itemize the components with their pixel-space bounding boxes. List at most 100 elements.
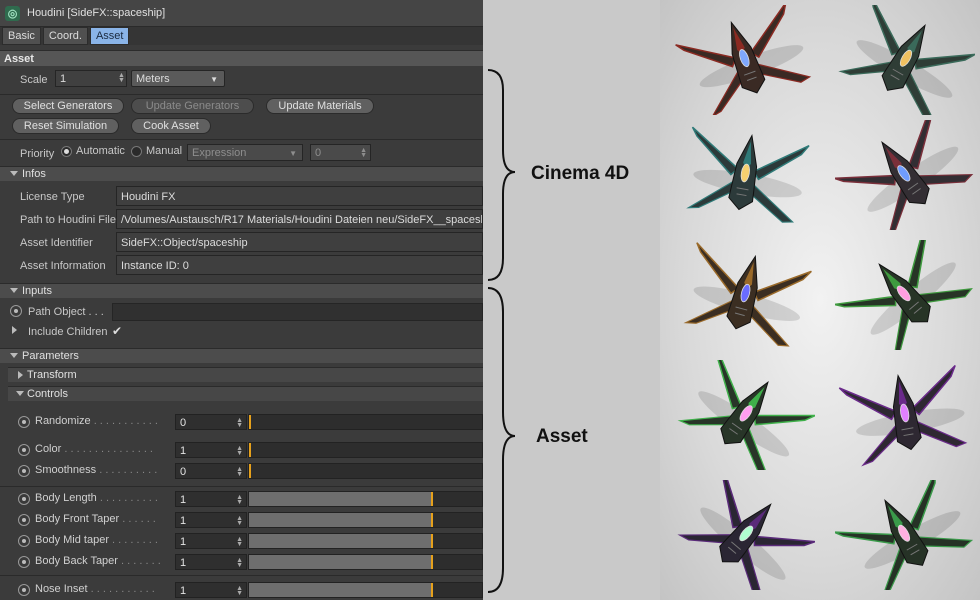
spaceship-render-6 xyxy=(835,240,973,350)
slider-knob[interactable] xyxy=(249,464,251,478)
parameter-value-input[interactable]: 1 ▲ ▼ xyxy=(175,512,247,528)
keyframe-icon[interactable] xyxy=(18,416,30,428)
expand-triangle-icon xyxy=(18,371,23,379)
priority-automatic-label: Automatic xyxy=(76,145,125,157)
tab-basic[interactable]: Basic xyxy=(2,27,41,45)
inputs-group-header[interactable]: Inputs xyxy=(0,283,483,298)
spinner-icon: ▲ ▼ xyxy=(236,494,243,506)
spinner-icon: ▲ ▼ xyxy=(236,466,243,478)
keyframe-icon[interactable] xyxy=(18,556,30,568)
scale-label: Scale xyxy=(20,74,48,86)
parameter-label: Body Front Taper . . . . . . xyxy=(35,513,156,525)
infos-table: License Type Houdini FX Path to Houdini … xyxy=(0,183,483,279)
infos-group-header[interactable]: Infos xyxy=(0,166,483,181)
priority-mode-select[interactable]: Expression ▼ xyxy=(187,144,303,161)
parameter-label: Nose Inset . . . . . . . . . . . xyxy=(35,583,155,595)
priority-label: Priority xyxy=(20,148,55,160)
parameter-value-input[interactable]: 1 ▲ ▼ xyxy=(175,582,247,598)
parameter-slider[interactable] xyxy=(248,442,483,458)
parameter-slider[interactable] xyxy=(248,463,483,479)
window-titlebar: ◎ Houdini [SideFX::spaceship] xyxy=(0,0,483,27)
path-object-link-field[interactable] xyxy=(112,303,483,321)
spaceship-render-3 xyxy=(686,126,810,223)
expand-triangle-icon[interactable] xyxy=(12,326,17,334)
parameter-row: Color . . . . . . . . . . . . . . . 1 ▲ ▼ xyxy=(10,440,483,461)
parameter-row: Smoothness . . . . . . . . . . 0 ▲ ▼ xyxy=(10,461,483,482)
slider-knob[interactable] xyxy=(430,492,433,506)
scale-row: Scale 1 ▲ ▼ Meters ▼ xyxy=(0,68,483,94)
parameter-value-input[interactable]: 0 ▲ ▼ xyxy=(175,463,247,479)
parameter-label: Body Mid taper . . . . . . . . xyxy=(35,534,158,546)
cinema-4d-annotation: Cinema 4D xyxy=(531,163,630,184)
slider-knob[interactable] xyxy=(430,513,433,527)
update-generators-button[interactable]: Update Generators xyxy=(131,98,254,114)
priority-manual-label: Manual xyxy=(146,145,183,157)
asset-information-value: Instance ID: 0 xyxy=(116,255,483,275)
parameter-value-input[interactable]: 1 ▲ ▼ xyxy=(175,554,247,570)
spinner-icon: ▲ ▼ xyxy=(360,147,367,159)
parameter-slider[interactable] xyxy=(248,491,483,507)
select-generators-button[interactable]: Select Generators xyxy=(12,98,124,114)
scale-input[interactable]: 1 xyxy=(55,70,127,87)
slider-knob[interactable] xyxy=(249,443,251,457)
priority-manual-radio[interactable] xyxy=(131,146,142,157)
parameter-value-input[interactable]: 0 ▲ ▼ xyxy=(175,414,247,430)
slider-knob[interactable] xyxy=(430,555,433,569)
transform-group-header[interactable]: Transform xyxy=(8,367,483,382)
parameter-slider[interactable] xyxy=(248,582,483,598)
parameter-value-input[interactable]: 1 ▲ ▼ xyxy=(175,442,247,458)
spinner-icon: ▲ ▼ xyxy=(236,417,243,429)
path-object-keyframe-icon[interactable] xyxy=(10,305,22,317)
slider-knob[interactable] xyxy=(249,415,251,429)
update-materials-button[interactable]: Update Materials xyxy=(266,98,374,114)
attribute-manager-panel: ◎ Houdini [SideFX::spaceship] Basic Coor… xyxy=(0,0,483,600)
priority-mode-value: Expression xyxy=(192,147,247,159)
keyframe-icon[interactable] xyxy=(18,535,30,547)
spaceship-render-7 xyxy=(677,360,815,470)
parameter-label: Smoothness . . . . . . . . . . xyxy=(35,464,158,476)
parameter-slider[interactable] xyxy=(248,533,483,549)
keyframe-icon[interactable] xyxy=(18,444,30,456)
keyframe-icon[interactable] xyxy=(18,493,30,505)
priority-automatic-radio[interactable] xyxy=(61,146,72,157)
parameter-value: 0 xyxy=(180,417,187,429)
parameter-row: Randomize . . . . . . . . . . . 0 ▲ ▼ xyxy=(10,412,483,433)
houdini-logo-icon: ◎ xyxy=(5,5,20,21)
cook-asset-button[interactable]: Cook Asset xyxy=(131,118,211,134)
unit-select-value: Meters xyxy=(136,73,170,85)
keyframe-icon[interactable] xyxy=(18,514,30,526)
spinner-icon: ▲ ▼ xyxy=(236,536,243,548)
keyframe-icon[interactable] xyxy=(18,584,30,596)
spinner-icon: ▲ ▼ xyxy=(236,445,243,457)
asset-identifier-label: Asset Identifier xyxy=(20,237,93,249)
cinema-bracket xyxy=(487,69,516,281)
controls-group-header[interactable]: Controls xyxy=(8,386,483,401)
parameter-slider[interactable] xyxy=(248,554,483,570)
spaceship-render-9 xyxy=(677,480,815,590)
parameter-slider[interactable] xyxy=(248,414,483,430)
tab-asset[interactable]: Asset xyxy=(89,27,130,45)
parameter-value-input[interactable]: 1 ▲ ▼ xyxy=(175,491,247,507)
parameter-value: 1 xyxy=(180,557,187,569)
asset-bracket xyxy=(487,287,516,593)
parameter-slider[interactable] xyxy=(248,512,483,528)
keyframe-icon[interactable] xyxy=(18,465,30,477)
asset-information-label: Asset Information xyxy=(20,260,106,272)
path-object-label: Path Object . . . xyxy=(28,306,104,318)
tab-coord[interactable]: Coord. xyxy=(42,27,88,45)
transform-title: Transform xyxy=(27,369,77,381)
reset-simulation-button[interactable]: Reset Simulation xyxy=(12,118,119,134)
collapse-triangle-icon xyxy=(10,288,18,293)
parameter-row: Body Front Taper . . . . . . 1 ▲ ▼ xyxy=(10,510,483,531)
spaceship-render-10 xyxy=(835,480,974,590)
chevron-down-icon: ▼ xyxy=(289,149,297,158)
parameters-group-header[interactable]: Parameters xyxy=(0,348,483,363)
scale-spinner-icon[interactable]: ▲ ▼ xyxy=(118,72,125,84)
slider-knob[interactable] xyxy=(430,534,433,548)
parameter-value: 1 xyxy=(180,515,187,527)
parameter-value-input[interactable]: 1 ▲ ▼ xyxy=(175,533,247,549)
unit-select[interactable]: Meters ▼ xyxy=(131,70,225,87)
include-children-checkbox[interactable]: ✔ xyxy=(112,324,122,338)
priority-value-input[interactable]: 0 ▲ ▼ xyxy=(310,144,371,161)
slider-knob[interactable] xyxy=(430,583,433,597)
